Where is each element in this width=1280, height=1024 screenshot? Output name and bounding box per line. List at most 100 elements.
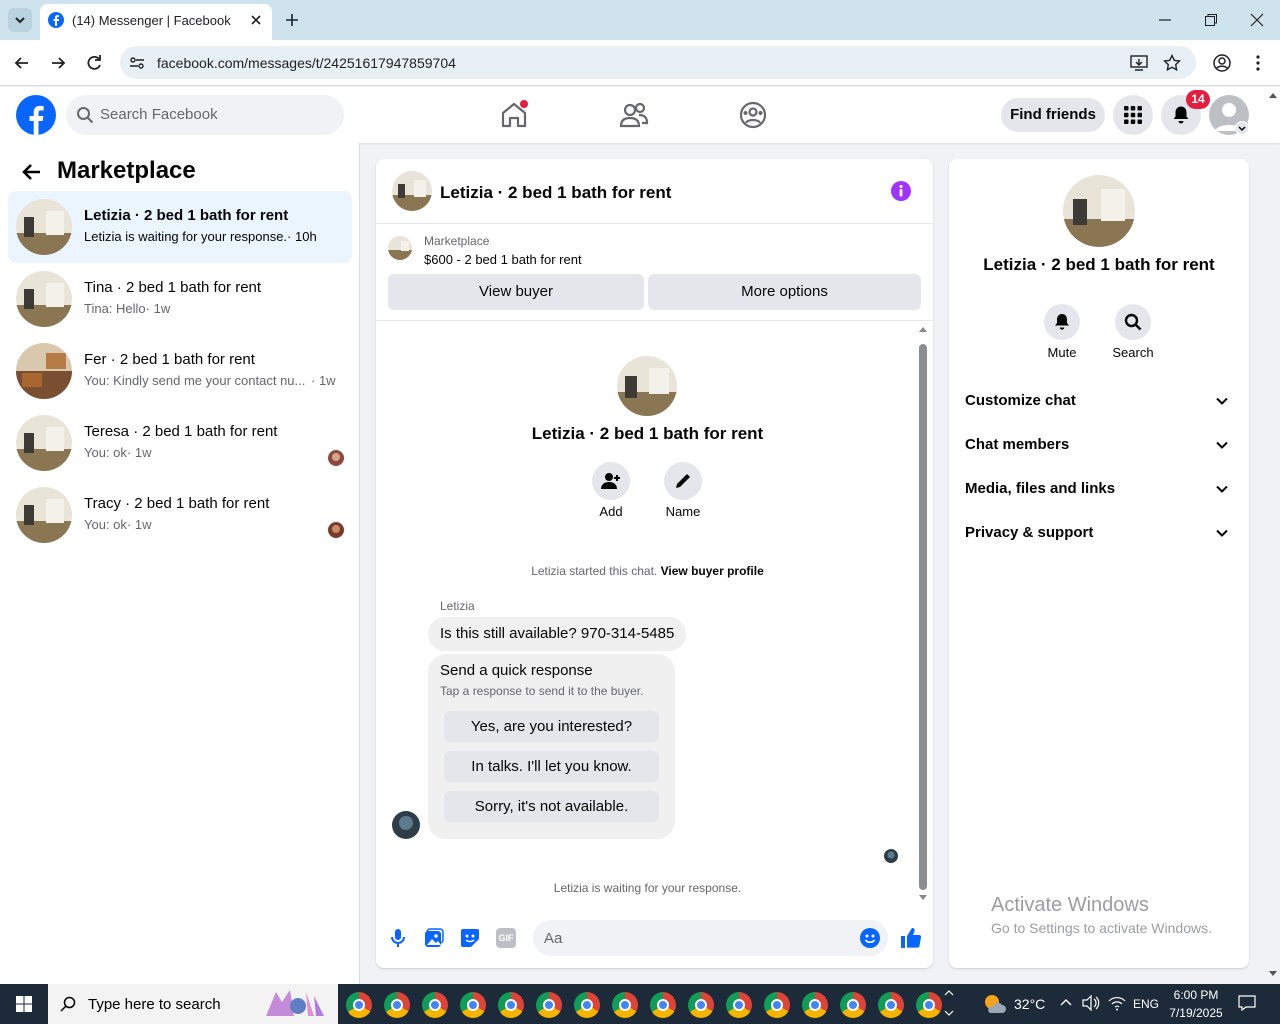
url-text[interactable]: facebook.com/messages/t/2425161794785970… (157, 55, 456, 71)
weather-temp[interactable]: 32°C (1014, 996, 1045, 1012)
listing-description[interactable]: $600 - 2 bed 1 bath for rent (424, 252, 582, 267)
close-window-icon[interactable] (1250, 13, 1264, 27)
add-people-button[interactable] (592, 462, 630, 500)
tab-close-icon[interactable] (248, 12, 264, 28)
conversation-avatar[interactable] (392, 171, 432, 211)
page-scroll-down-icon[interactable] (1268, 970, 1278, 978)
nav-friends-icon[interactable] (619, 100, 649, 130)
volume-icon[interactable] (1082, 995, 1100, 1011)
taskbar-chrome-window-icon[interactable] (878, 992, 904, 1018)
network-icon[interactable] (1108, 995, 1126, 1011)
new-tab-icon[interactable] (284, 12, 300, 28)
chat-row-teresa[interactable]: Teresa · 2 bed 1 bath for rent You: ok· … (8, 407, 352, 479)
privacy-support-section[interactable]: Privacy & support (965, 524, 1235, 541)
bookmark-star-icon[interactable] (1163, 54, 1181, 72)
search-in-chat-button[interactable] (1115, 304, 1151, 340)
taskbar-chrome-window-icon[interactable] (726, 992, 752, 1018)
chat-row-tina[interactable]: Tina · 2 bed 1 bath for rent Tina: Hello… (8, 263, 352, 335)
nav-home-icon[interactable] (499, 100, 529, 130)
scroll-down-icon[interactable] (918, 894, 928, 902)
search-icon (60, 996, 76, 1012)
taskbar-chrome-window-icon[interactable] (840, 992, 866, 1018)
profile-icon[interactable] (1212, 53, 1232, 73)
chevron-down-icon (1215, 394, 1229, 408)
quick-reply-not-available[interactable]: Sorry, it's not available. (444, 791, 659, 822)
quick-reply-in-talks[interactable]: In talks. I'll let you know. (444, 751, 659, 782)
account-chevron-icon[interactable] (1235, 121, 1249, 135)
chat-preview-text: Tina: Hello (84, 301, 146, 316)
minimize-icon[interactable] (1158, 13, 1172, 27)
like-thumb-icon[interactable] (899, 926, 923, 950)
chat-row-letizia[interactable]: Letizia · 2 bed 1 bath for rent Letizia … (8, 191, 352, 263)
message-bubble[interactable]: Is this still available? 970-314-5485 (428, 617, 687, 651)
weather-icon[interactable] (982, 993, 1006, 1015)
taskbar-chrome-window-icon[interactable] (536, 992, 562, 1018)
taskbar-chrome-window-icon[interactable] (346, 992, 372, 1018)
chrome-center (391, 999, 403, 1011)
sticker-icon[interactable] (460, 928, 480, 948)
profile-avatar-large[interactable] (617, 356, 677, 416)
windows-start-icon[interactable] (16, 996, 32, 1012)
view-buyer-button[interactable]: View buyer (388, 274, 644, 310)
chat-time: · 1w (311, 373, 336, 388)
microphone-icon[interactable] (388, 928, 408, 948)
taskbar-chrome-window-icon[interactable] (574, 992, 600, 1018)
clock-date[interactable]: 7/19/2025 (1164, 1006, 1228, 1020)
customize-chat-section[interactable]: Customize chat (965, 392, 1235, 409)
info-icon[interactable] (890, 180, 912, 202)
emoji-icon[interactable] (860, 928, 880, 948)
listing-thumbnail-small[interactable] (388, 236, 412, 260)
activate-windows-title: Activate Windows (991, 894, 1149, 916)
chat-row-tracy[interactable]: Tracy · 2 bed 1 bath for rent You: ok· 1… (8, 479, 352, 551)
quick-reply-yes[interactable]: Yes, are you interested? (444, 711, 659, 742)
more-options-button[interactable]: More options (648, 274, 921, 310)
view-buyer-profile-link[interactable]: View buyer profile (661, 564, 764, 578)
back-arrow-icon[interactable] (20, 160, 44, 184)
taskbar-chrome-window-icon[interactable] (612, 992, 638, 1018)
forward-icon[interactable] (48, 53, 68, 73)
taskbar-chrome-window-icon[interactable] (688, 992, 714, 1018)
chevron-down-icon (1215, 438, 1229, 452)
gif-icon[interactable]: GIF (496, 928, 516, 948)
taskbar-chrome-window-icon[interactable] (422, 992, 448, 1018)
media-files-links-section[interactable]: Media, files and links (965, 480, 1235, 497)
profile-name: Letizia · 2 bed 1 bath for rent (531, 424, 764, 443)
page-scroll-up-icon[interactable] (1268, 91, 1278, 99)
taskbar-chrome-window-icon[interactable] (764, 992, 790, 1018)
taskbar-chrome-window-icon[interactable] (650, 992, 676, 1018)
tray-chevron-up-icon[interactable] (1060, 997, 1072, 1007)
back-icon[interactable] (12, 53, 32, 73)
taskbar-chrome-window-icon[interactable] (492, 984, 530, 1024)
edit-name-button[interactable] (664, 462, 702, 500)
taskbar-chrome-window-icon[interactable] (802, 992, 828, 1018)
taskbar-chrome-window-icon[interactable] (916, 992, 942, 1018)
nav-groups-icon[interactable] (738, 100, 768, 130)
scrollbar-thumb[interactable] (919, 344, 927, 890)
details-avatar[interactable] (1063, 175, 1135, 247)
conversation-title[interactable]: Letizia · 2 bed 1 bath for rent (440, 183, 671, 203)
taskbar-chrome-window-icon[interactable] (460, 992, 486, 1018)
sender-avatar[interactable] (392, 811, 420, 839)
restore-icon[interactable] (1204, 13, 1218, 27)
tray-overflow-icon[interactable] (944, 988, 954, 1018)
chat-row-fer[interactable]: Fer · 2 bed 1 bath for rent You: Kindly … (8, 335, 352, 407)
photo-icon[interactable] (424, 928, 444, 948)
chat-members-section[interactable]: Chat members (965, 436, 1235, 453)
site-info-icon[interactable] (128, 54, 146, 72)
action-center-icon[interactable] (1238, 995, 1256, 1011)
taskbar-chrome-window-icon[interactable] (384, 992, 410, 1018)
facebook-logo-icon[interactable] (16, 95, 56, 135)
install-app-icon[interactable] (1130, 54, 1148, 72)
find-friends-button[interactable]: Find friends (1001, 98, 1105, 132)
tab-search-button[interactable] (8, 8, 32, 32)
browser-menu-icon[interactable] (1250, 54, 1266, 72)
scroll-up-icon[interactable] (918, 325, 928, 333)
menu-button[interactable] (1113, 95, 1153, 135)
chrome-center (657, 999, 669, 1011)
chat-time: · 1w (126, 517, 152, 532)
clock-time[interactable]: 6:00 PM (1166, 988, 1226, 1002)
mute-button[interactable] (1044, 304, 1080, 340)
input-language[interactable]: ENG (1133, 997, 1159, 1011)
message-input[interactable]: Aa (533, 920, 888, 956)
reload-icon[interactable] (84, 53, 104, 73)
